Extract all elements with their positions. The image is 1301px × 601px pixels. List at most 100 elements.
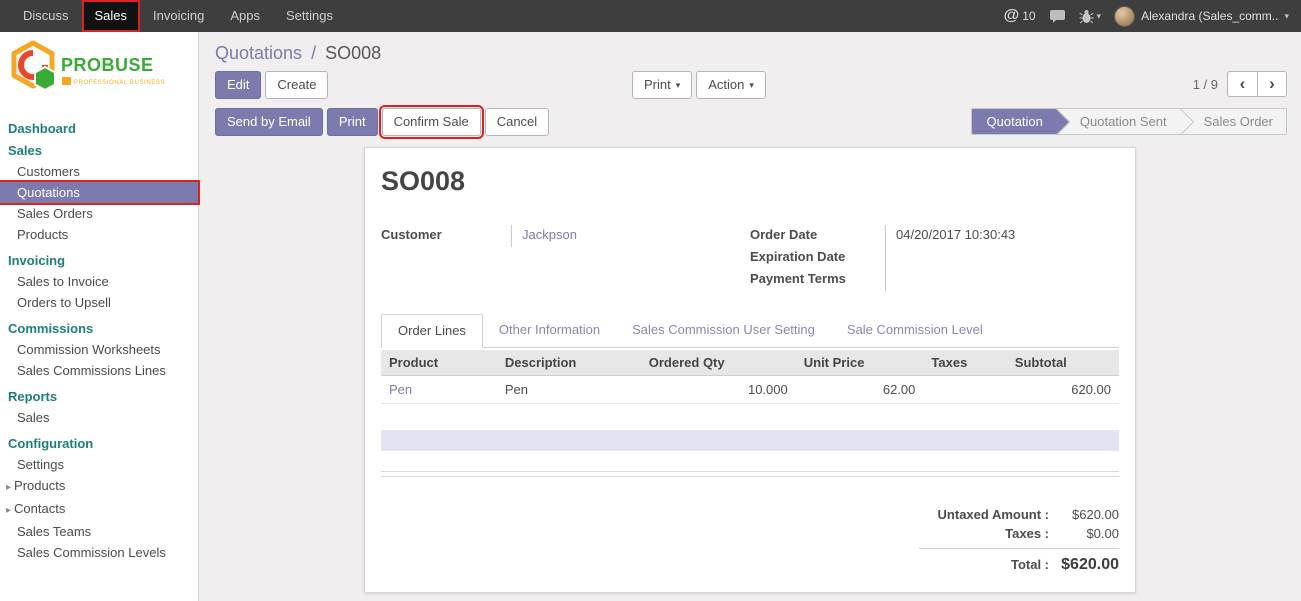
- tab-order-lines[interactable]: Order Lines: [381, 314, 483, 348]
- topbar-systray: @ 10 ▾ Alexandra (Sales_com: [1004, 0, 1301, 32]
- top-menu: Discuss Sales Invoicing Apps Settings: [10, 0, 346, 32]
- untaxed-amount-value: $620.00: [1049, 507, 1119, 522]
- table-header-row: Product Description Ordered Qty Unit Pri…: [381, 350, 1119, 376]
- pager-count: 1 / 9: [1193, 77, 1218, 92]
- top-menu-discuss[interactable]: Discuss: [10, 0, 82, 32]
- customer-label: Customer: [381, 225, 511, 247]
- breadcrumb-current: SO008: [325, 43, 381, 63]
- pager: 1 / 9 ‹ ›: [1193, 71, 1287, 97]
- user-name: Alexandra (Sales_comm..: [1141, 9, 1278, 23]
- cell-ordered-qty[interactable]: 10.000: [641, 376, 796, 404]
- cell-subtotal[interactable]: 620.00: [1007, 376, 1119, 404]
- table-row[interactable]: Pen Pen 10.000 62.00 620.00: [381, 376, 1119, 404]
- product-link[interactable]: Pen: [389, 382, 412, 397]
- untaxed-amount-label: Untaxed Amount :: [919, 507, 1049, 522]
- probuse-logo[interactable]: PROBUSE PROFESSIONAL BUSINESS: [0, 32, 198, 113]
- caret-down-icon: ▾: [1097, 11, 1102, 22]
- sidebar-section-dashboard[interactable]: Dashboard: [0, 117, 198, 139]
- action-dropdown-button[interactable]: Action ▾: [696, 71, 766, 99]
- cancel-button[interactable]: Cancel: [485, 108, 549, 136]
- chevron-left-icon: ‹: [1240, 74, 1246, 94]
- logo-tagline: PROFESSIONAL BUSINESS: [74, 80, 165, 86]
- status-step-quotation[interactable]: Quotation: [972, 109, 1056, 134]
- print-dropdown-button[interactable]: Print ▾: [632, 71, 692, 99]
- sidebar-item-sales-to-invoice[interactable]: Sales to Invoice: [0, 271, 198, 292]
- sidebar-item-sales-teams[interactable]: Sales Teams: [0, 521, 198, 542]
- col-header-ordered-qty[interactable]: Ordered Qty: [641, 350, 796, 376]
- col-header-taxes[interactable]: Taxes: [923, 350, 1006, 376]
- cell-taxes[interactable]: [923, 376, 1006, 404]
- cell-product[interactable]: Pen: [381, 376, 497, 404]
- totals-block: Untaxed Amount : $620.00 Taxes : $0.00 T…: [919, 505, 1119, 576]
- user-menu[interactable]: Alexandra (Sales_comm.. ▾: [1114, 6, 1289, 27]
- top-menu-apps[interactable]: Apps: [217, 0, 273, 32]
- col-header-subtotal[interactable]: Subtotal: [1007, 350, 1119, 376]
- main-content: Quotations / SO008 Edit Create Print ▾ A…: [199, 32, 1301, 601]
- col-header-description[interactable]: Description: [497, 350, 641, 376]
- caret-down-icon: ▾: [749, 77, 754, 93]
- sidebar-item-commission-worksheets[interactable]: Commission Worksheets: [0, 339, 198, 360]
- sidebar-section-invoicing[interactable]: Invoicing: [0, 249, 198, 271]
- sidebar-item-quotations[interactable]: Quotations: [0, 182, 198, 203]
- sidebar-section-sales[interactable]: Sales: [0, 139, 198, 161]
- send-by-email-button[interactable]: Send by Email: [215, 108, 323, 136]
- print-dropdown-label: Print: [644, 77, 671, 93]
- empty-line-row[interactable]: [381, 430, 1119, 451]
- section-separator: [381, 471, 1119, 477]
- statusbar: Quotation Quotation Sent Sales Order: [971, 108, 1287, 135]
- col-header-product[interactable]: Product: [381, 350, 497, 376]
- sidebar-item-products[interactable]: Products: [0, 224, 198, 245]
- activity-count-badge: 10: [1022, 9, 1035, 23]
- sidebar-item-config-products[interactable]: ▸Products: [0, 475, 198, 498]
- sidebar-item-orders-to-upsell[interactable]: Orders to Upsell: [0, 292, 198, 313]
- top-navbar: Discuss Sales Invoicing Apps Settings @ …: [0, 0, 1301, 32]
- cell-unit-price[interactable]: 62.00: [796, 376, 924, 404]
- expiration-date-label: Expiration Date: [750, 247, 885, 269]
- status-step-quotation-sent[interactable]: Quotation Sent: [1056, 109, 1180, 134]
- tab-sales-commission-user-setting[interactable]: Sales Commission User Setting: [616, 314, 831, 347]
- sidebar-item-customers[interactable]: Customers: [0, 161, 198, 182]
- cell-description[interactable]: Pen: [497, 376, 641, 404]
- order-date-value[interactable]: 04/20/2017 10:30:43: [885, 225, 1119, 247]
- notebook-tabs: Order Lines Other Information Sales Comm…: [381, 314, 1119, 348]
- breadcrumb-quotations-link[interactable]: Quotations: [215, 43, 302, 63]
- record-title: SO008: [381, 166, 1119, 197]
- breadcrumb-separator: /: [311, 43, 316, 63]
- sidebar-item-contacts[interactable]: ▸Contacts: [0, 498, 198, 521]
- col-header-unit-price[interactable]: Unit Price: [796, 350, 924, 376]
- pager-previous-button[interactable]: ‹: [1227, 71, 1257, 97]
- sidebar-item-reports-sales[interactable]: Sales: [0, 407, 198, 428]
- debug-menu-button[interactable]: ▾: [1079, 9, 1102, 24]
- sidebar-section-configuration[interactable]: Configuration: [0, 432, 198, 454]
- print-button[interactable]: Print: [327, 108, 378, 136]
- expiration-date-value[interactable]: [885, 247, 1119, 269]
- total-label: Total :: [919, 557, 1049, 572]
- sidebar-item-sales-commissions-lines[interactable]: Sales Commissions Lines: [0, 360, 198, 381]
- sidebar-item-settings[interactable]: Settings: [0, 454, 198, 475]
- pager-next-button[interactable]: ›: [1257, 71, 1287, 97]
- tab-other-information[interactable]: Other Information: [483, 314, 616, 347]
- status-step-sales-order[interactable]: Sales Order: [1180, 109, 1286, 134]
- create-button[interactable]: Create: [265, 71, 328, 99]
- sidebar-section-commissions[interactable]: Commissions: [0, 317, 198, 339]
- sidebar-item-sales-orders[interactable]: Sales Orders: [0, 203, 198, 224]
- confirm-sale-button[interactable]: Confirm Sale: [382, 108, 481, 136]
- sidebar-section-reports[interactable]: Reports: [0, 385, 198, 407]
- sidebar-item-sales-commission-levels[interactable]: Sales Commission Levels: [0, 542, 198, 563]
- tab-sale-commission-level[interactable]: Sale Commission Level: [831, 314, 999, 347]
- top-menu-invoicing[interactable]: Invoicing: [140, 0, 217, 32]
- edit-button[interactable]: Edit: [215, 71, 261, 99]
- taxes-label: Taxes :: [919, 526, 1049, 541]
- customer-field[interactable]: Jackpson: [511, 225, 750, 247]
- expand-right-icon: ▸: [6, 482, 11, 493]
- customer-link[interactable]: Jackpson: [522, 227, 577, 242]
- payment-terms-value[interactable]: [885, 269, 1119, 291]
- top-menu-settings[interactable]: Settings: [273, 0, 346, 32]
- logo-title: PROBUSE: [61, 55, 154, 75]
- chevron-right-icon: ›: [1269, 74, 1275, 94]
- top-menu-sales[interactable]: Sales: [82, 0, 141, 32]
- avatar: [1114, 6, 1135, 27]
- messages-button[interactable]: [1049, 9, 1066, 24]
- activities-button[interactable]: @ 10: [1004, 7, 1036, 25]
- sidebar-item-label: Products: [14, 478, 65, 493]
